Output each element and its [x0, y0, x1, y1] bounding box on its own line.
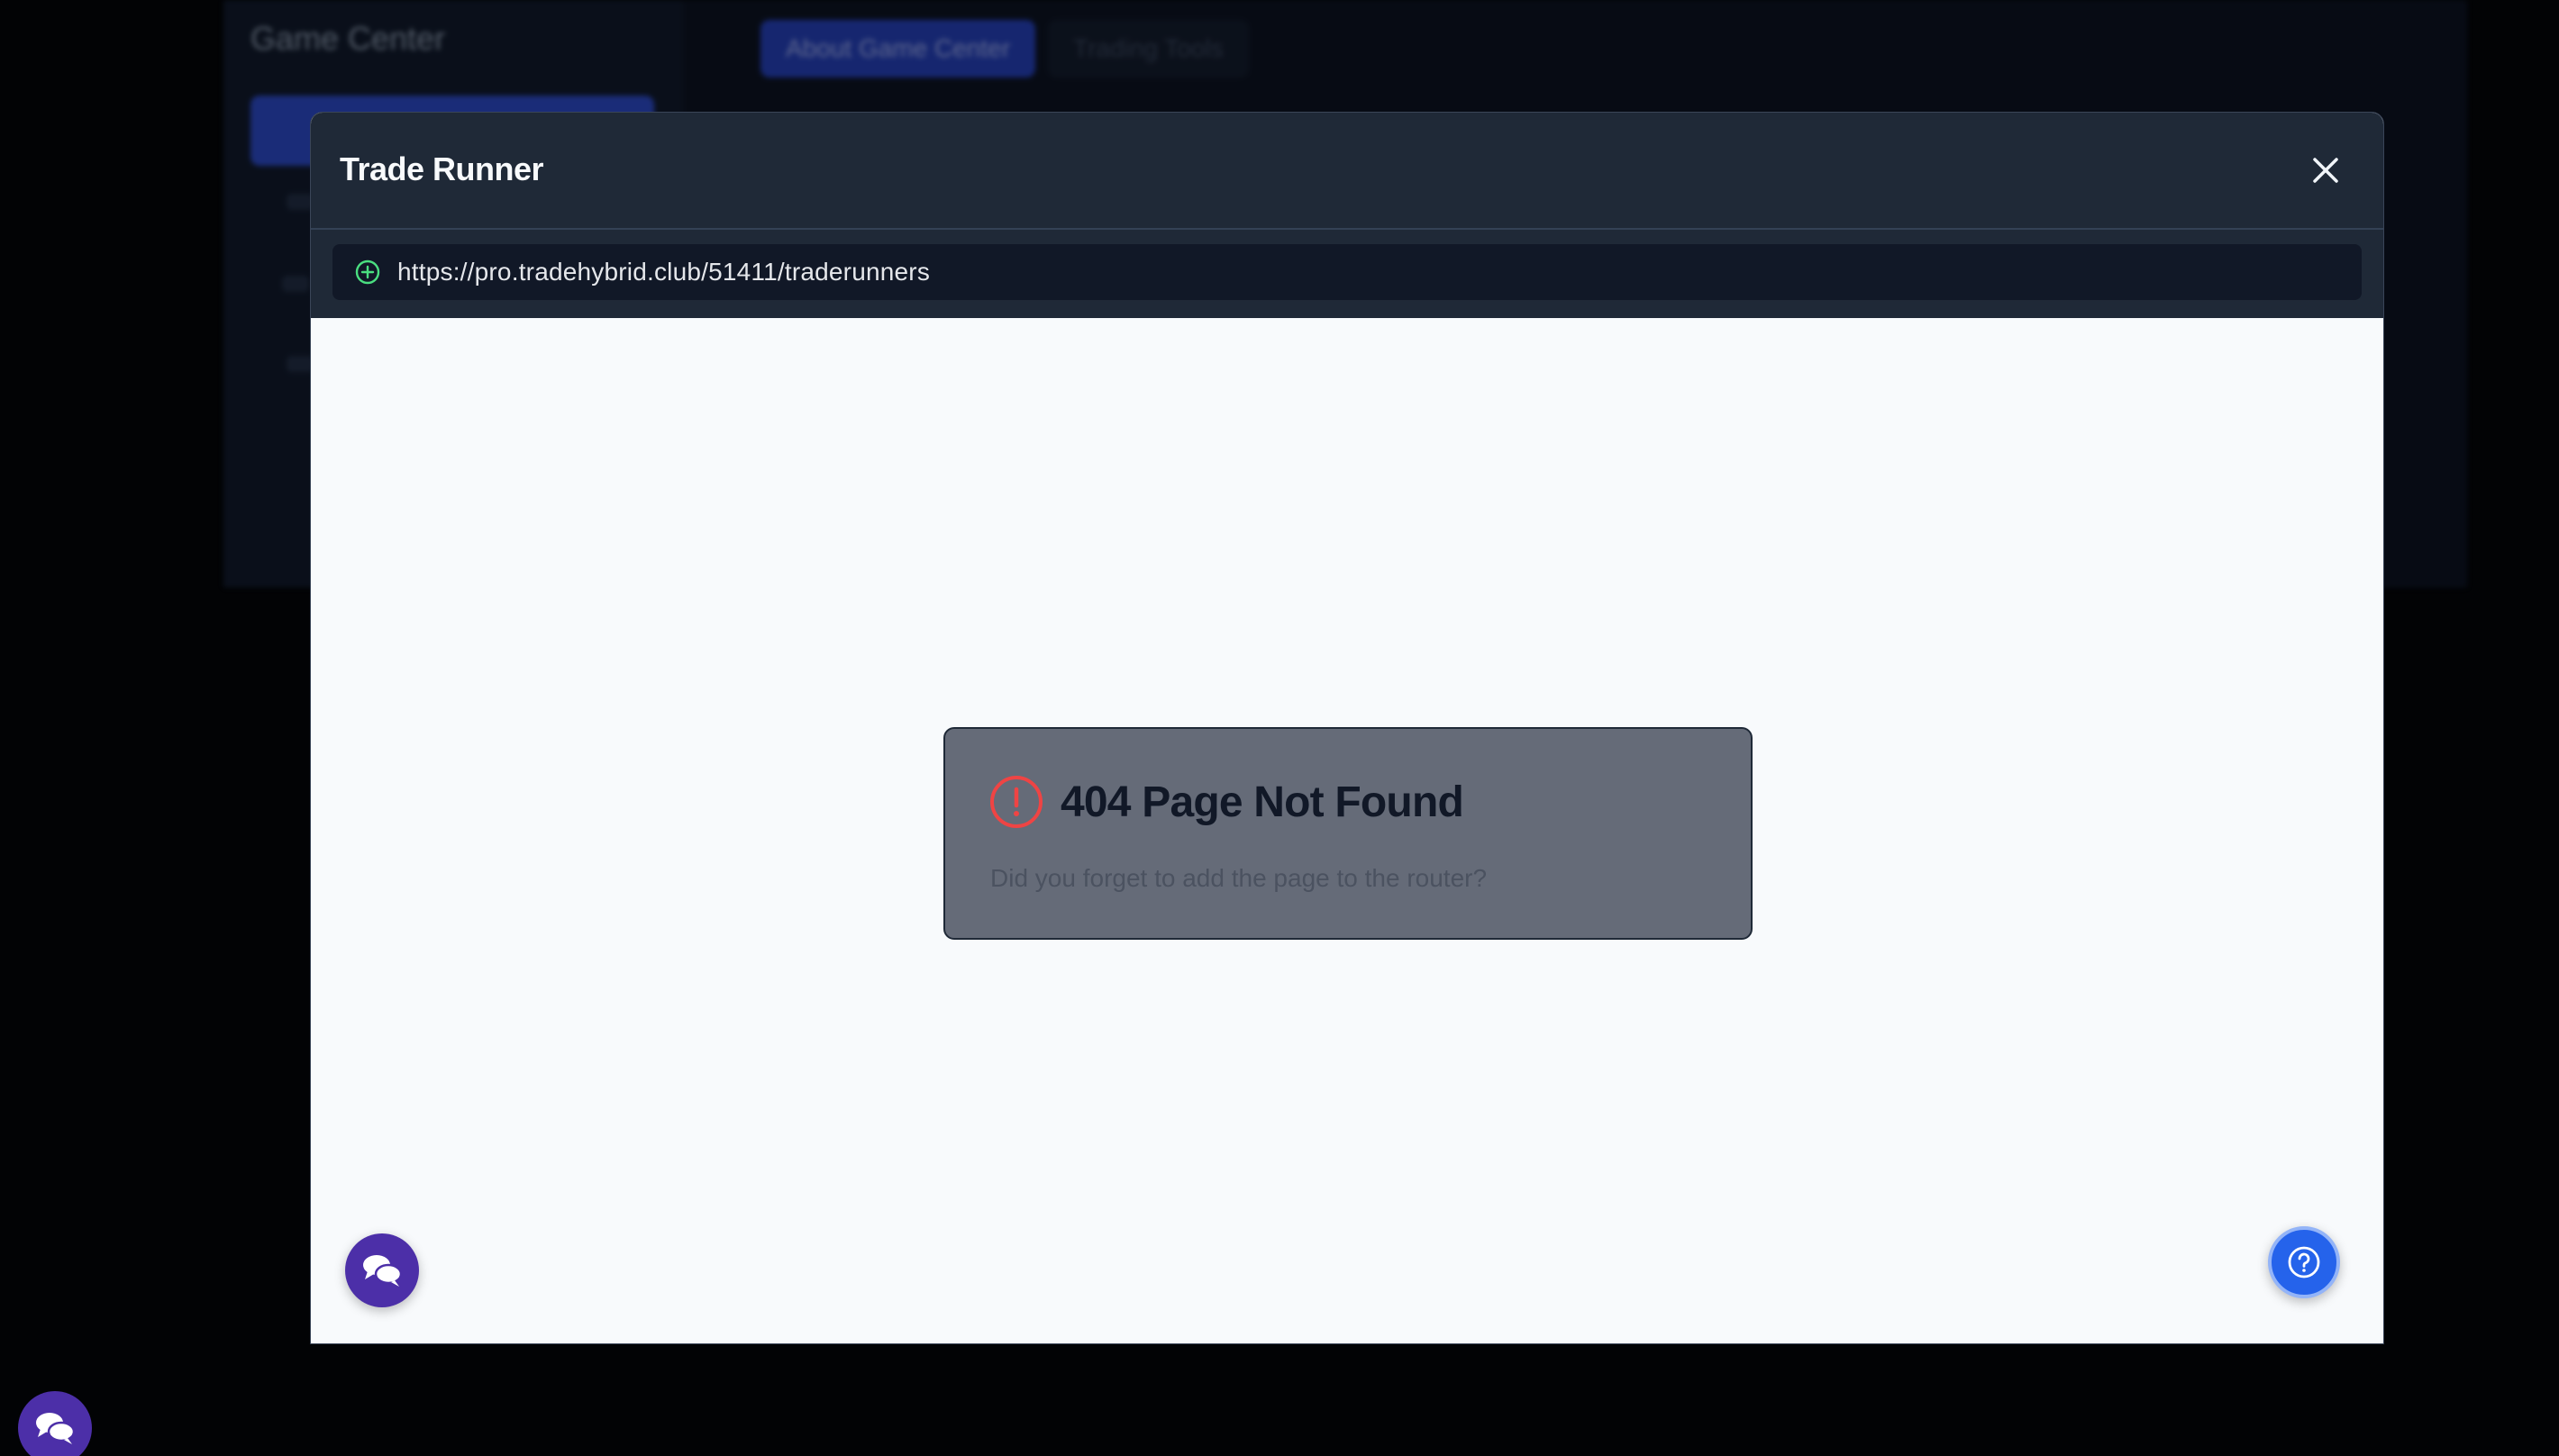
plus-circle-icon	[354, 259, 381, 286]
modal-title: Trade Runner	[340, 150, 544, 187]
chat-bubbles-icon	[36, 1413, 76, 1444]
help-button[interactable]	[2268, 1226, 2340, 1298]
chat-bubbles-icon	[363, 1255, 403, 1287]
help-circle-icon	[2288, 1246, 2320, 1279]
modal-header: Trade Runner	[311, 113, 2383, 230]
url-bar[interactable]: https://pro.tradehybrid.club/51411/trade…	[332, 244, 2362, 300]
trade-runner-modal: Trade Runner https://pro.tradehybrid.clu…	[310, 112, 2384, 1344]
close-button[interactable]	[2308, 152, 2344, 188]
chat-button[interactable]	[345, 1233, 419, 1307]
sidebar-title: Game Center	[250, 20, 446, 57]
close-icon	[2313, 158, 2338, 183]
error-title: 404 Page Not Found	[1061, 778, 1464, 826]
error-card: 404 Page Not Found Did you forget to add…	[943, 727, 1753, 940]
tab-about-game-center: About Game Center	[760, 20, 1036, 77]
tab-trading-tools: Trading Tools	[1048, 20, 1249, 77]
url-row: https://pro.tradehybrid.club/51411/trade…	[311, 230, 2383, 318]
page: Game Center About Game Center Trading To…	[0, 0, 2559, 1456]
error-description: Did you forget to add the page to the ro…	[990, 864, 1488, 892]
url-text: https://pro.tradehybrid.club/51411/trade…	[397, 258, 931, 286]
background-tabs: About Game Center Trading Tools	[760, 20, 1249, 77]
page-chat-button[interactable]	[18, 1391, 92, 1456]
modal-body: 404 Page Not Found Did you forget to add…	[311, 318, 2383, 1343]
sidebar-item-placeholder	[282, 276, 309, 292]
error-heading: 404 Page Not Found	[988, 774, 1464, 830]
alert-circle-icon	[988, 774, 1044, 830]
